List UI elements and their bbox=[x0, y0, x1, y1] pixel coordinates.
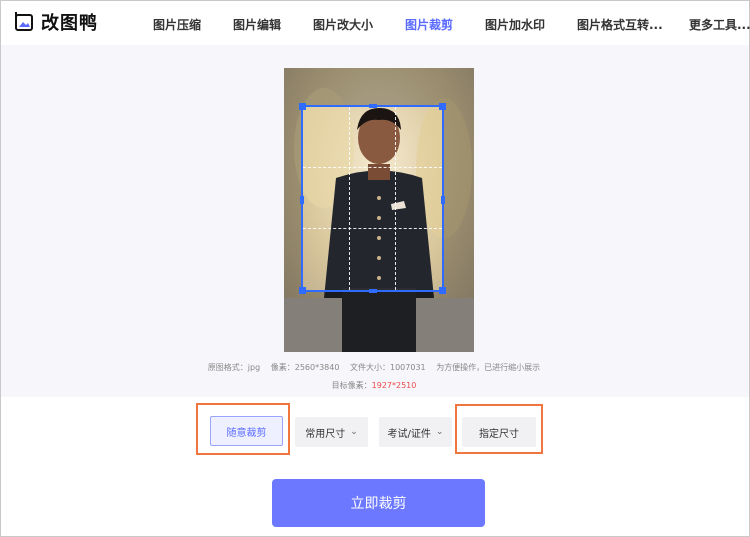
crop-grid-line bbox=[303, 167, 442, 169]
target-pixels-label: 目标像素： bbox=[331, 381, 372, 390]
free-crop-button[interactable]: 随意裁剪 bbox=[210, 416, 283, 446]
target-pixels-value: 1927*2510 bbox=[371, 381, 417, 390]
target-pixels: 目标像素：1927*2510 bbox=[0, 380, 748, 391]
nav-image-compress[interactable]: 图片压缩 bbox=[153, 16, 201, 33]
common-size-label: 常用尺寸 bbox=[305, 428, 346, 440]
crop-overlay bbox=[284, 68, 474, 352]
nav-format-convert[interactable]: 图片格式互转... bbox=[577, 16, 663, 33]
crop-grid-line bbox=[394, 107, 396, 290]
logo[interactable]: 改图鸭 bbox=[13, 9, 98, 35]
logo-text: 改图鸭 bbox=[41, 13, 98, 34]
logo-icon bbox=[15, 12, 33, 31]
crop-grid-line bbox=[303, 227, 442, 229]
crop-grid-line bbox=[348, 107, 350, 290]
nav-image-edit[interactable]: 图片编辑 bbox=[233, 16, 281, 33]
nav-image-watermark[interactable]: 图片加水印 bbox=[485, 16, 545, 33]
crop-handle-top-right[interactable] bbox=[439, 103, 446, 110]
chevron-down-icon: ⌄ bbox=[435, 427, 444, 437]
crop-now-label: 立即裁剪 bbox=[350, 496, 407, 512]
scaled-note: 为方便操作，已进行缩小展示 bbox=[436, 363, 541, 372]
image-info: 原图格式：jpg 像素：2560*3840 文件大小：1007031 为方便操作… bbox=[0, 362, 748, 373]
file-size: 文件大小：1007031 bbox=[350, 363, 426, 372]
crop-handle-bottom[interactable] bbox=[369, 289, 377, 293]
crop-box[interactable] bbox=[299, 103, 446, 294]
specified-size-label: 指定尺寸 bbox=[479, 428, 519, 440]
specified-size-button[interactable]: 指定尺寸 bbox=[462, 417, 536, 447]
top-nav: 改图鸭 图片压缩 图片编辑 图片改大小 图片裁剪 图片加水印 图片格式互转...… bbox=[1, 1, 750, 45]
crop-handle-right[interactable] bbox=[441, 196, 445, 204]
exam-id-label: 考试/证件 bbox=[387, 428, 431, 440]
crop-handle-top[interactable] bbox=[369, 104, 377, 108]
crop-handle-bottom-right[interactable] bbox=[439, 287, 446, 294]
original-pixels: 像素：2560*3840 bbox=[270, 363, 340, 372]
crop-handle-left[interactable] bbox=[300, 196, 304, 204]
crop-now-button[interactable]: 立即裁剪 bbox=[272, 479, 485, 527]
common-size-dropdown[interactable]: 常用尺寸 ⌄ bbox=[295, 417, 368, 447]
exam-id-dropdown[interactable]: 考试/证件 ⌄ bbox=[379, 417, 452, 447]
chevron-down-icon: ⌄ bbox=[350, 427, 358, 437]
original-format: 原图格式：jpg bbox=[207, 363, 261, 372]
nav-image-crop[interactable]: 图片裁剪 bbox=[405, 16, 453, 33]
crop-handle-bottom-left[interactable] bbox=[299, 287, 306, 294]
nav-image-resize[interactable]: 图片改大小 bbox=[313, 16, 373, 33]
nav-more-tools[interactable]: 更多工具... bbox=[689, 16, 750, 33]
free-crop-label: 随意裁剪 bbox=[226, 427, 267, 439]
crop-handle-top-left[interactable] bbox=[299, 103, 306, 110]
